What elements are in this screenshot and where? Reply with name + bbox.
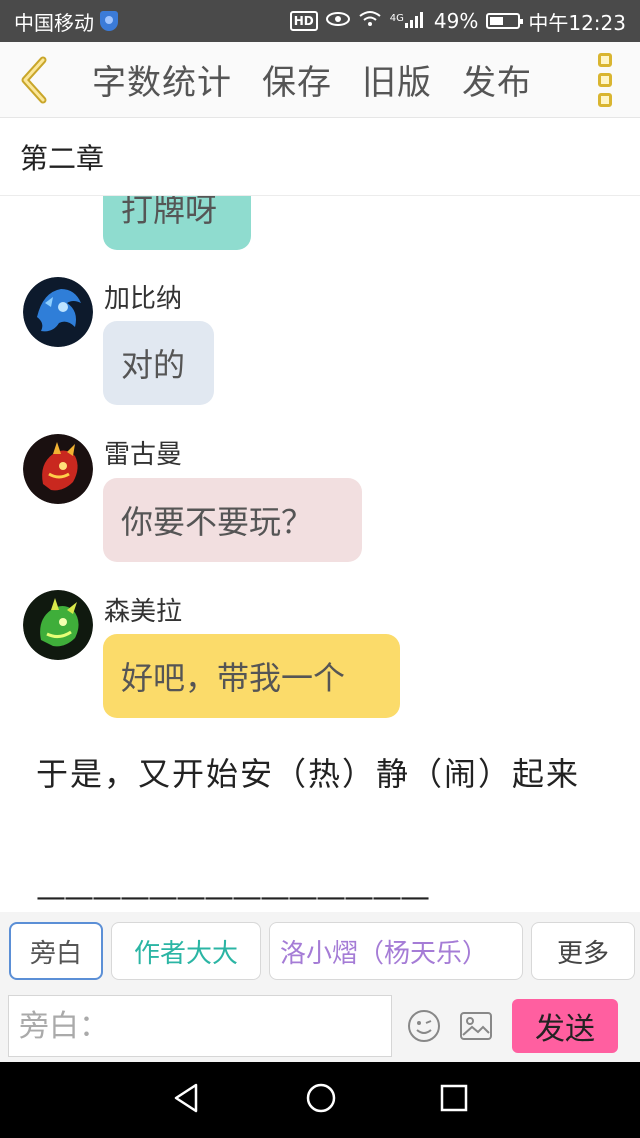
eye-icon: [325, 11, 350, 32]
menu-dot: [598, 52, 612, 67]
role-narrator-button[interactable]: 旁白: [9, 922, 103, 980]
publish-button[interactable]: 发布: [462, 55, 532, 104]
role-character-button[interactable]: 洛小熠（杨天乐）: [269, 922, 523, 980]
carrier-name: 中国移动: [14, 10, 94, 35]
avatar[interactable]: [23, 277, 93, 347]
menu-dot: [598, 92, 612, 107]
send-button[interactable]: 发送: [512, 999, 618, 1053]
message-bubble[interactable]: 好吧，带我一个: [103, 634, 400, 718]
message-text: 对的: [121, 346, 186, 384]
role-more-button[interactable]: 更多: [531, 922, 635, 980]
message-text: 打牌呀: [121, 196, 218, 229]
role-author-button[interactable]: 作者大大: [111, 922, 261, 980]
back-button[interactable]: [0, 42, 70, 118]
sender-name: 加比纳: [104, 284, 183, 314]
nav-home-icon[interactable]: [305, 1082, 337, 1118]
message-text: 你要不要玩？: [121, 503, 314, 541]
divider-line: ——————————————: [36, 880, 430, 912]
chapter-title[interactable]: 第二章: [0, 118, 640, 196]
nav-recents-icon[interactable]: [440, 1084, 468, 1116]
message-input[interactable]: [8, 995, 392, 1057]
battery-icon: [486, 13, 524, 29]
editor-toolbar: 字数统计 保存 旧版 发布: [0, 42, 640, 118]
sender-name: 森美拉: [104, 597, 183, 627]
message-text: 好吧，带我一个: [121, 659, 346, 697]
clock: 中午12:23: [528, 10, 626, 35]
word-count-button[interactable]: 字数统计: [92, 55, 232, 104]
image-button[interactable]: [450, 996, 502, 1056]
narration-text[interactable]: 于是，又开始安（热）静（闹）起来: [36, 752, 616, 796]
message-bubble[interactable]: 打牌呀: [103, 196, 251, 250]
avatar[interactable]: [23, 434, 93, 504]
story-content[interactable]: 打牌呀 加比纳 对的 雷古曼 你要不要玩？ 森美拉 好吧，带我一个 于是，又开始…: [0, 196, 640, 912]
smiley-icon: [408, 1010, 440, 1042]
battery-fill: [490, 17, 504, 25]
image-icon: [460, 1012, 492, 1040]
input-bar: 发送: [0, 990, 640, 1062]
emoji-button[interactable]: [398, 996, 450, 1056]
network-type: 4G: [389, 12, 404, 24]
wifi-icon: [358, 10, 382, 33]
system-nav-bar: [0, 1062, 640, 1138]
status-bar: 中国移动 HD 4G 49% 中午12:23: [0, 0, 640, 42]
shield-icon: [100, 11, 118, 31]
old-version-button[interactable]: 旧版: [362, 55, 432, 104]
nav-back-icon[interactable]: [172, 1082, 202, 1118]
battery-percent: 49%: [433, 9, 479, 33]
more-menu-icon[interactable]: [570, 42, 640, 118]
status-icons: HD 4G 49% 中午12:23: [289, 7, 626, 36]
hd-icon: HD: [289, 11, 318, 31]
save-button[interactable]: 保存: [262, 55, 332, 104]
message-bubble[interactable]: 对的: [103, 321, 214, 405]
role-selector: 旁白 作者大大 洛小熠（杨天乐） 更多: [0, 912, 640, 990]
avatar[interactable]: [23, 590, 93, 660]
sender-name: 雷古曼: [104, 440, 183, 470]
chevron-left-icon: [21, 56, 47, 103]
menu-dot: [598, 72, 612, 87]
carrier-group: 中国移动: [14, 7, 118, 36]
signal-icon: [404, 10, 426, 33]
message-bubble[interactable]: 你要不要玩？: [103, 478, 362, 562]
